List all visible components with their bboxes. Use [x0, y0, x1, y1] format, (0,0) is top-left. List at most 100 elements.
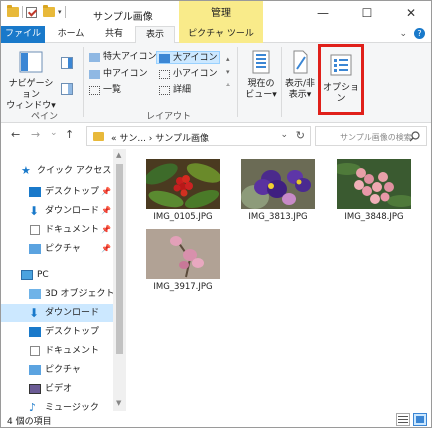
options-label: オプション [322, 83, 359, 104]
minimize-button[interactable]: — [301, 1, 345, 26]
nav-videos[interactable]: ビデオ [1, 380, 113, 398]
nav-item-label: ダウンロード [45, 308, 100, 318]
thumbnail-berries [146, 159, 220, 209]
nav-quick-access[interactable]: ★ クイック アクセス [1, 162, 113, 180]
layout-extra-large-icons[interactable]: 特大アイコン [87, 51, 157, 64]
scroll-up-arrow-icon[interactable]: ▲ [116, 151, 121, 159]
properties-checkmark-icon[interactable] [26, 6, 37, 18]
toolbar-separator [64, 6, 66, 18]
file-list: IMG_0105.JPG IMG_3813.JPG IMG_3848.JPG I… [127, 149, 431, 411]
details-pane-icon[interactable] [61, 83, 73, 95]
show-hide-button[interactable]: 表示/非 表示▾ [283, 49, 317, 101]
download-arrow-icon: ⬇ [29, 306, 40, 320]
folder-icon [93, 132, 104, 141]
nav-pictures-quick[interactable]: ピクチャ 📌 [1, 240, 113, 258]
file-name: IMG_3848.JPG [344, 212, 404, 222]
new-folder-icon[interactable] [43, 5, 55, 17]
music-icon: ♪ [29, 401, 37, 411]
thumbnail-pansies [241, 159, 315, 209]
close-button[interactable]: ✕ [389, 1, 431, 26]
layout-scroll-arrows[interactable]: ▴ ▾ ⩡ [226, 53, 230, 92]
nav-item-label: ミュージック [45, 403, 99, 411]
navigation-pane: ★ クイック アクセス デスクトップ 📌 ⬇ ダウンロード 📌 ドキュメント 📌… [1, 149, 127, 411]
layout-option-label: 詳細 [173, 85, 192, 95]
file-item[interactable]: IMG_0105.JPG [142, 159, 224, 222]
file-name: IMG_0105.JPG [153, 212, 213, 222]
folder-icon [7, 5, 19, 17]
extra-large-icons-icon [89, 53, 100, 62]
scrollbar-thumb[interactable] [116, 164, 123, 354]
layout-small-icons[interactable]: 小アイコン [157, 68, 218, 81]
nav-documents-quick[interactable]: ドキュメント 📌 [1, 221, 113, 239]
ribbon-tabs: ファイル ホーム 共有 表示 ピクチャ ツール ⌄ ? [1, 26, 431, 44]
layout-medium-icons[interactable]: 中アイコン [87, 68, 148, 81]
nav-item-label: ダウンロード [45, 206, 100, 216]
nav-pc[interactable]: PC [1, 266, 113, 284]
large-icons-icon [159, 54, 170, 63]
pin-icon: 📌 [101, 187, 111, 196]
show-hide-icon [293, 50, 308, 74]
recent-locations-chevron-icon[interactable]: ⌄ [50, 128, 58, 138]
current-view-button[interactable]: 現在の ビュー▾ [243, 49, 279, 101]
tab-file[interactable]: ファイル [1, 26, 45, 43]
file-item[interactable]: IMG_3917.JPG [142, 229, 224, 292]
tab-view[interactable]: 表示 [135, 26, 175, 44]
tab-share[interactable]: 共有 [95, 26, 133, 43]
nav-desktop-quick[interactable]: デスクトップ 📌 [1, 183, 113, 201]
file-item[interactable]: IMG_3848.JPG [333, 159, 415, 222]
navigation-pane-button[interactable]: ナビゲーション ウィンドウ▾ [5, 49, 57, 112]
back-arrow-icon[interactable]: ← [11, 128, 20, 141]
navpane-scrollbar[interactable]: ▲ ▼ [113, 149, 126, 411]
forward-arrow-icon[interactable]: → [31, 128, 40, 141]
nav-3d-objects[interactable]: 3D オブジェクト [1, 285, 115, 303]
nav-documents[interactable]: ドキュメント [1, 342, 113, 360]
ribbon-collapse-chevron-icon[interactable]: ⌄ [399, 29, 407, 39]
large-icons-view-icon[interactable] [413, 413, 427, 426]
star-icon: ★ [21, 164, 31, 177]
preview-pane-icon[interactable] [61, 57, 73, 69]
address-path: « サン... › サンプル画像 [111, 134, 210, 144]
nav-item-label: 3D オブジェクト [45, 289, 115, 299]
search-icon [409, 131, 420, 142]
pin-icon: 📌 [101, 206, 111, 215]
address-bar[interactable]: « サン... › サンプル画像 ⌄ ↻ [86, 126, 311, 146]
explorer-window: ▾ サンプル画像 管理 — ☐ ✕ ファイル ホーム 共有 表示 ピクチャ ツー… [0, 0, 432, 428]
nav-pictures[interactable]: ピクチャ [1, 361, 113, 379]
layout-list[interactable]: 一覧 [87, 84, 121, 97]
layout-details[interactable]: 詳細 [157, 84, 191, 97]
ribbon: ナビゲーション ウィンドウ▾ ペイン 特大アイコン 大アイコン 中アイコン 小ア… [1, 43, 431, 123]
address-dropdown-chevron-icon[interactable]: ⌄ [280, 130, 288, 140]
layout-option-label: 中アイコン [103, 69, 148, 79]
help-icon[interactable]: ? [414, 28, 425, 39]
nav-downloads-quick[interactable]: ⬇ ダウンロード 📌 [1, 202, 113, 220]
tab-picture-tools[interactable]: ピクチャ ツール [179, 26, 263, 43]
nav-desktop[interactable]: デスクトップ [1, 323, 113, 341]
medium-icons-icon [89, 70, 100, 79]
thumbnail-image [146, 159, 220, 209]
current-view-icon [252, 50, 270, 74]
search-box[interactable]: サンプル画像の検索 [315, 126, 427, 146]
details-view-icon[interactable] [396, 413, 410, 426]
current-view-label: 現在の [247, 79, 275, 89]
layout-group-label: レイアウト [146, 112, 192, 122]
status-bar: 4 個の項目 [1, 411, 431, 427]
file-item[interactable]: IMG_3813.JPG [237, 159, 319, 222]
maximize-button[interactable]: ☐ [345, 1, 389, 26]
desktop-icon [29, 327, 41, 337]
layout-large-icons[interactable]: 大アイコン [156, 51, 220, 64]
nav-music[interactable]: ♪ ミュージック [1, 399, 113, 411]
scroll-down-arrow-icon[interactable]: ▼ [116, 399, 121, 407]
layout-option-label: 一覧 [103, 85, 122, 95]
tab-home[interactable]: ホーム [49, 26, 93, 43]
thumbnail-image [241, 159, 315, 209]
customize-toolbar-chevron-icon[interactable]: ▾ [58, 8, 62, 16]
context-tab-manage[interactable]: 管理 [179, 1, 263, 26]
options-button[interactable]: オプション [318, 44, 364, 115]
refresh-icon[interactable]: ↻ [296, 129, 305, 142]
navigation-pane-icon [19, 51, 43, 73]
desktop-icon [29, 187, 41, 197]
nav-downloads[interactable]: ⬇ ダウンロード [1, 304, 113, 322]
up-arrow-icon[interactable]: ↑ [65, 128, 74, 141]
video-icon [29, 384, 41, 394]
thumbnail-blossoms [146, 229, 220, 279]
